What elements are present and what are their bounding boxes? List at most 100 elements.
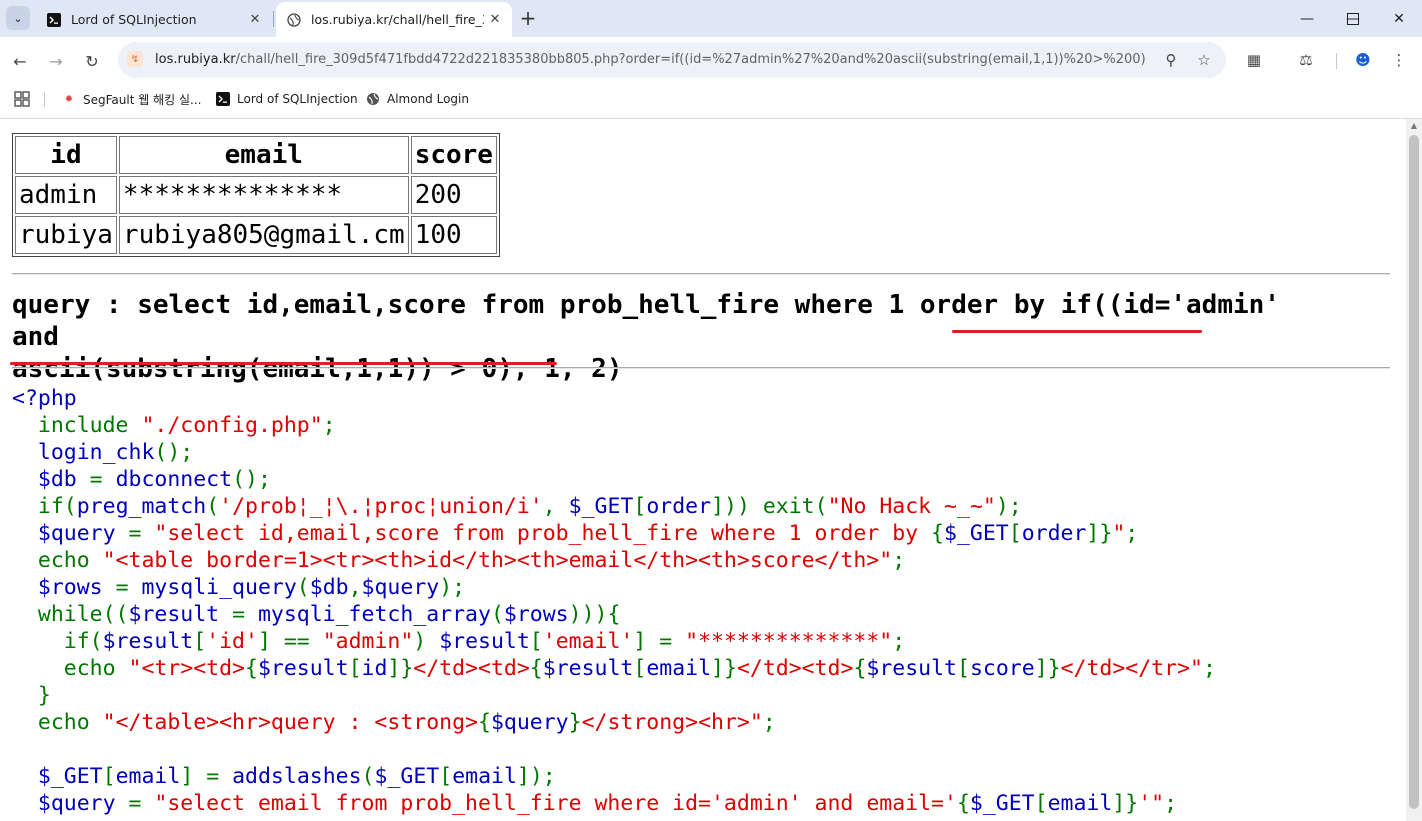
- code-token: </strong><hr>": [581, 710, 763, 735]
- code-token: =: [232, 602, 258, 627]
- code-token: ;: [1164, 791, 1178, 816]
- code-token: $query: [361, 575, 440, 600]
- code-token: order: [1021, 521, 1087, 546]
- extensions-icon[interactable]: ▦: [1242, 48, 1266, 72]
- code-line: login_chk();: [12, 439, 1216, 466]
- tab-divider: [273, 11, 274, 27]
- code-token: "<tr><td>: [128, 656, 246, 681]
- bookmark-segfault[interactable]: ✹ SegFault 웹 해킹 실...: [62, 90, 202, 108]
- code-token: ]}: [387, 656, 414, 681]
- tab-title: Lord of SQLInjection: [71, 12, 197, 27]
- code-token: [: [529, 629, 543, 654]
- code-token: preg_match: [76, 494, 207, 519]
- code-token: {: [853, 656, 867, 681]
- code-token: ,: [542, 494, 569, 519]
- close-tab-icon[interactable]: ✕: [484, 12, 506, 27]
- code-token: ]}: [711, 656, 737, 681]
- new-tab-button[interactable]: +: [516, 7, 540, 31]
- code-token: $_GET: [969, 791, 1035, 816]
- terminal-icon: [216, 92, 230, 106]
- tab-search-button[interactable]: ⌄: [6, 6, 30, 30]
- close-window-button[interactable]: ✕: [1376, 0, 1422, 37]
- code-token: </td></tr>": [1060, 656, 1203, 681]
- code-line: echo "</table><hr>query : <strong>{$quer…: [12, 709, 1216, 736]
- code-token: ": [1112, 521, 1126, 546]
- code-token: email: [115, 764, 181, 789]
- profile-avatar-icon[interactable]: ☻: [1351, 48, 1375, 72]
- bookmark-label: Lord of SQLInjection: [237, 92, 358, 106]
- code-token: '/prob¦_¦\.¦proc¦union/i': [219, 494, 543, 519]
- scrollbar-thumb[interactable]: [1409, 135, 1419, 809]
- code-token: "No Hack ~_~": [827, 494, 996, 519]
- apps-grid-icon[interactable]: [14, 90, 30, 108]
- zoom-icon[interactable]: ⚲: [1161, 50, 1181, 70]
- tab-hell-fire[interactable]: los.rubiya.kr/chall/hell_fire_309d5f471f…: [276, 2, 512, 37]
- tab-lord-of-sqlinjection[interactable]: Lord of SQLInjection ✕: [36, 2, 272, 37]
- code-token: [: [633, 494, 647, 519]
- query-injection-line2: ascii(substring(email,1,1)) > 0), 1, 2): [12, 354, 623, 384]
- code-token: echo: [12, 548, 103, 573]
- scroll-up-arrow-icon[interactable]: ▲: [1406, 121, 1422, 133]
- code-token: );: [995, 494, 1022, 519]
- code-token: while((: [12, 602, 129, 627]
- close-tab-icon[interactable]: ✕: [244, 12, 266, 27]
- terminal-icon: [46, 12, 62, 28]
- code-token: $rows: [37, 575, 116, 600]
- code-token: $db: [309, 575, 349, 600]
- code-token: ]}: [1112, 791, 1139, 816]
- code-token: [: [633, 656, 647, 681]
- code-token: ,: [348, 575, 362, 600]
- forward-button[interactable]: →: [43, 48, 69, 74]
- url-text[interactable]: los.rubiya.kr/chall/hell_fire_309d5f471f…: [155, 52, 1145, 67]
- code-token: [: [193, 629, 207, 654]
- bookmark-star-icon[interactable]: ☆: [1194, 50, 1214, 70]
- code-token: {: [931, 521, 944, 546]
- code-token: ;: [1202, 656, 1216, 681]
- table-row: admin ************** 200: [15, 176, 497, 214]
- globe-icon: [286, 12, 302, 28]
- code-token: (: [296, 575, 310, 600]
- code-token: addslashes: [232, 764, 362, 789]
- code-token: id: [361, 656, 388, 681]
- code-token: if(: [12, 629, 103, 654]
- code-token: $_GET: [944, 521, 1009, 546]
- code-line: $db = dbconnect();: [12, 466, 1216, 493]
- code-token: "**************": [685, 629, 893, 654]
- code-token: email: [1047, 791, 1113, 816]
- code-token: {: [956, 791, 970, 816]
- code-token: =: [89, 467, 116, 492]
- code-token: =: [115, 575, 142, 600]
- toolbar: ← → ↻ ↯ los.rubiya.kr/chall/hell_fire_30…: [0, 37, 1422, 84]
- menu-kebab-icon[interactable]: ⋮: [1387, 48, 1411, 72]
- code-token: =: [128, 791, 155, 816]
- labs-flask-icon[interactable]: ⚖: [1294, 48, 1318, 72]
- code-token: [: [348, 656, 362, 681]
- code-token: email: [452, 764, 517, 789]
- bookmark-almond-login[interactable]: Almond Login: [366, 90, 469, 108]
- bookmark-lord-of-sqlinjection[interactable]: Lord of SQLInjection: [216, 90, 358, 108]
- code-token: $query: [37, 791, 129, 816]
- code-token: ();: [154, 440, 194, 465]
- address-bar[interactable]: ↯ los.rubiya.kr/chall/hell_fire_309d5f47…: [118, 42, 1226, 78]
- back-button[interactable]: ←: [7, 48, 33, 74]
- code-token: include: [12, 413, 142, 438]
- code-token: $rows: [503, 602, 569, 627]
- code-token: echo: [12, 710, 103, 735]
- maximize-button[interactable]: [1330, 0, 1376, 37]
- code-token: $_GET: [374, 764, 440, 789]
- url-path: /chall/hell_fire_309d5f471fbdd4722d22183…: [235, 52, 1145, 67]
- code-line: while(($result = mysqli_fetch_array($row…: [12, 601, 1216, 628]
- reload-button[interactable]: ↻: [79, 48, 105, 74]
- arrow-right-icon: →: [49, 51, 63, 71]
- code-token: =: [128, 521, 155, 546]
- bookmark-label: Almond Login: [387, 92, 469, 106]
- minimize-button[interactable]: —: [1284, 0, 1330, 37]
- code-token: "select email from prob_hell_fire where …: [154, 791, 957, 816]
- code-token: "./config.php": [141, 413, 323, 438]
- site-info-icon[interactable]: ↯: [127, 51, 143, 67]
- cell-email: rubiya805@gmail.cm: [118, 216, 409, 254]
- code-line: $rows = mysqli_query($db,$query);: [12, 574, 1216, 601]
- vertical-scrollbar[interactable]: ▲: [1406, 119, 1422, 821]
